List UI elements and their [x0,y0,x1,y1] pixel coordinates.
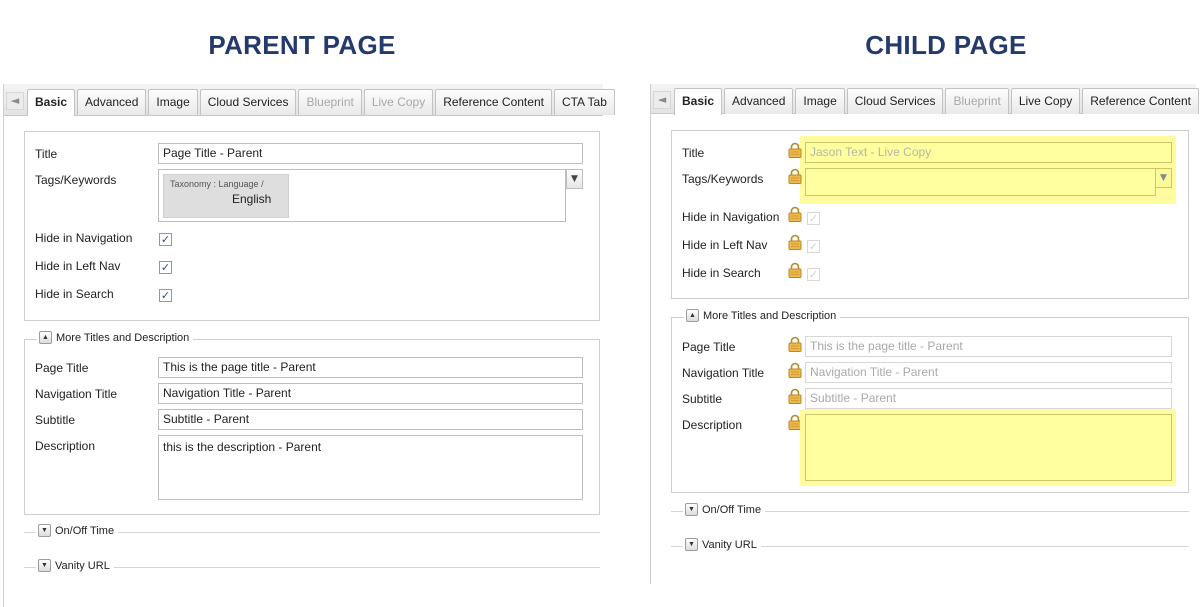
title-label: Title [682,146,705,160]
hide-search-checkbox[interactable]: ✓ [807,268,820,281]
left-arrow-icon[interactable]: ◄ [6,92,24,110]
onoff-time-section: ▼ On/Off Time [24,524,600,540]
expand-toggle-icon[interactable]: ▼ [38,524,51,537]
nav-title-label: Navigation Title [35,387,118,401]
tab-advanced[interactable]: Advanced [77,89,147,115]
tab-cloud-services[interactable]: Cloud Services [846,88,944,114]
collapse-toggle-icon[interactable]: ▲ [39,331,52,344]
chevron-down-icon[interactable]: ▼ [566,169,583,189]
subtitle-label: Subtitle [35,413,76,427]
tab-cloud-services[interactable]: Cloud Services [199,89,297,115]
subtitle-label: Subtitle [682,392,723,406]
more-titles-legend[interactable]: ▲ More Titles and Description [37,331,194,344]
lock-icon[interactable] [788,388,802,404]
vanity-url-section: ▼ Vanity URL [24,559,600,575]
title-input[interactable]: Jason Text - Live Copy [805,142,1172,163]
hide-nav-label: Hide in Navigation [35,231,133,245]
nav-title-input[interactable]: Navigation Title - Parent [158,383,583,404]
title-input[interactable]: Page Title - Parent [158,143,583,164]
nav-title-label: Navigation Title [682,366,765,380]
left-arrow-icon[interactable]: ◄ [653,91,671,109]
hide-search-checkbox[interactable]: ✓ [159,289,172,302]
tab-reference-content[interactable]: Reference Content [435,89,552,115]
lock-icon[interactable] [788,362,802,378]
onoff-time-section: ▼ On/Off Time [671,503,1189,519]
onoff-time-label: On/Off Time [702,503,762,516]
tag-value: English [232,192,272,206]
tab-blueprint[interactable]: Blueprint [298,89,362,115]
expand-toggle-icon[interactable]: ▼ [38,559,51,572]
lock-icon[interactable] [788,262,802,278]
vanity-url-label: Vanity URL [55,559,110,572]
tab-basic[interactable]: Basic [27,89,76,116]
vanity-url-label: Vanity URL [702,538,757,551]
hide-search-label: Hide in Search [35,287,114,301]
nav-title-input[interactable]: Navigation Title - Parent [805,362,1172,383]
lock-icon[interactable] [788,234,802,250]
page-title-input[interactable]: This is the page title - Parent [158,357,583,378]
lock-icon[interactable] [788,206,802,222]
tab-advanced[interactable]: Advanced [724,88,794,114]
more-titles-label: More Titles and Description [56,331,190,344]
tags-field[interactable]: Taxonomy : Language / English [158,169,566,222]
basic-fieldset: Title Jason Text - Live Copy Tags/Keywor… [671,130,1189,299]
description-textarea[interactable]: this is the description - Parent [158,435,583,500]
subtitle-input[interactable]: Subtitle - Parent [805,388,1172,409]
expand-toggle-icon[interactable]: ▼ [685,538,698,551]
child-page-heading: CHILD PAGE [865,30,1027,60]
description-label: Description [682,418,743,432]
hide-left-nav-checkbox[interactable]: ✓ [159,261,172,274]
hide-left-nav-label: Hide in Left Nav [682,238,768,252]
tab-strip: ◄ Basic Advanced Image Cloud Services Bl… [4,84,615,116]
description-label: Description [35,439,96,453]
vanity-url-legend[interactable]: ▼ Vanity URL [36,559,114,572]
chevron-down-icon[interactable]: ▼ [1155,168,1172,188]
parent-dialog: ◄ Basic Advanced Image Cloud Services Bl… [3,84,615,607]
lock-icon[interactable] [788,168,802,184]
more-titles-fieldset: ▲ More Titles and Description Page Title… [24,331,600,515]
tab-live-copy[interactable]: Live Copy [363,89,434,115]
more-titles-legend[interactable]: ▲ More Titles and Description [684,309,841,322]
lock-icon[interactable] [788,142,802,158]
more-titles-label: More Titles and Description [703,309,837,322]
page-title-label: Page Title [682,340,736,354]
onoff-time-legend[interactable]: ▼ On/Off Time [683,503,766,516]
tab-cta[interactable]: CTA Tab [553,89,615,115]
tab-blueprint[interactable]: Blueprint [945,88,1009,114]
vanity-url-section: ▼ Vanity URL [671,538,1189,554]
tab-reference-content[interactable]: Reference Content [1082,88,1199,114]
tab-strip: ◄ Basic Advanced Image Cloud Services Bl… [651,84,1199,115]
tab-image[interactable]: Image [148,89,198,115]
tab-live-copy[interactable]: Live Copy [1010,88,1081,114]
hide-search-label: Hide in Search [682,266,761,280]
subtitle-input[interactable]: Subtitle - Parent [158,409,583,430]
parent-page-heading: PARENT PAGE [208,30,396,60]
tab-basic[interactable]: Basic [674,88,723,115]
lock-icon[interactable] [788,336,802,352]
tags-label: Tags/Keywords [35,173,117,187]
hide-nav-checkbox[interactable]: ✓ [807,212,820,225]
onoff-time-label: On/Off Time [55,524,115,537]
hide-left-nav-checkbox[interactable]: ✓ [807,240,820,253]
onoff-time-legend[interactable]: ▼ On/Off Time [36,524,119,537]
page-title-label: Page Title [35,361,89,375]
hide-nav-checkbox[interactable]: ✓ [159,233,172,246]
collapse-toggle-icon[interactable]: ▲ [686,309,699,322]
expand-toggle-icon[interactable]: ▼ [685,503,698,516]
page-title-input[interactable]: This is the page title - Parent [805,336,1172,357]
tab-image[interactable]: Image [795,88,845,114]
vanity-url-legend[interactable]: ▼ Vanity URL [683,538,761,551]
tag-chip[interactable]: Taxonomy : Language / English [163,174,289,218]
tags-field[interactable] [805,168,1156,196]
child-dialog: ◄ Basic Advanced Image Cloud Services Bl… [650,84,1199,584]
tag-namespace: Taxonomy : Language / [170,179,264,189]
title-label: Title [35,147,58,161]
tags-label: Tags/Keywords [682,172,764,186]
basic-fieldset: Title Page Title - Parent Tags/Keywords … [24,131,600,321]
hide-nav-label: Hide in Navigation [682,210,780,224]
hide-left-nav-label: Hide in Left Nav [35,259,121,273]
description-textarea[interactable] [805,414,1172,481]
more-titles-fieldset: ▲ More Titles and Description Page Title… [671,309,1189,493]
